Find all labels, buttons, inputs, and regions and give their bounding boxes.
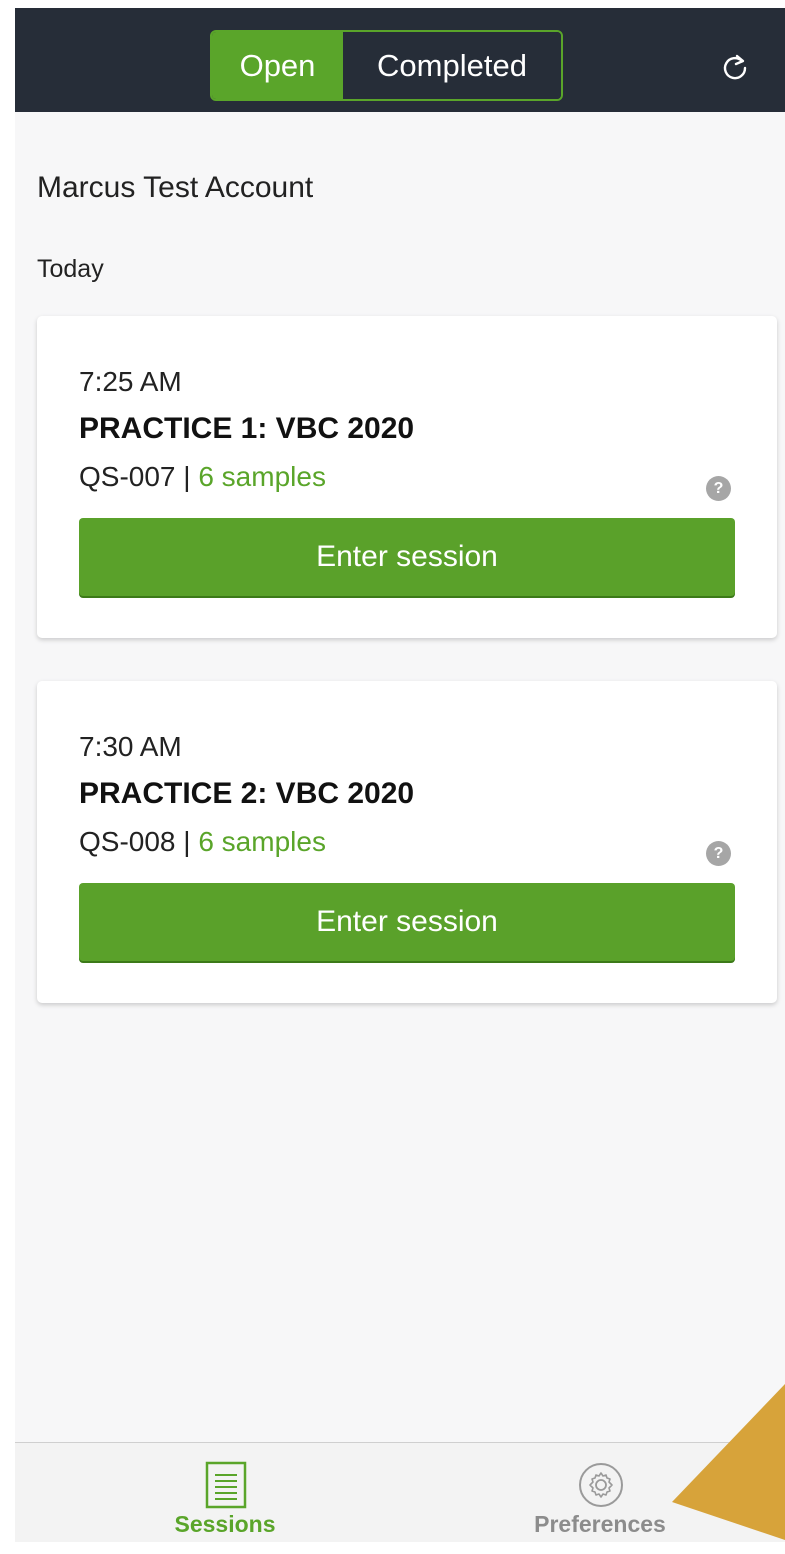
status-segmented-control: Open Completed	[210, 30, 563, 101]
samples-link[interactable]: 6 samples	[198, 826, 326, 857]
tab-bar: Sessions Preferences	[15, 1442, 785, 1542]
tab-sessions-label: Sessions	[174, 1511, 276, 1537]
session-title: PRACTICE 1: VBC 2020	[79, 412, 415, 445]
enter-session-button[interactable]: Enter session	[79, 518, 735, 596]
help-icon[interactable]: ?	[706, 841, 731, 866]
session-meta: QS-007 | 6 samples	[79, 461, 326, 493]
samples-link[interactable]: 6 samples	[198, 461, 326, 492]
gear-icon	[579, 1463, 623, 1507]
app-screen: Open Completed Marcus Test Account Today…	[15, 8, 785, 1542]
help-icon[interactable]: ?	[706, 476, 731, 501]
session-title: PRACTICE 2: VBC 2020	[79, 777, 415, 810]
session-code: QS-007 |	[79, 461, 199, 492]
segment-open[interactable]: Open	[212, 32, 343, 99]
session-meta: QS-008 | 6 samples	[79, 826, 326, 858]
tab-preferences[interactable]: Preferences	[480, 1443, 720, 1542]
refresh-icon[interactable]	[720, 52, 750, 82]
session-card: 7:30 AM PRACTICE 2: VBC 2020 QS-008 | 6 …	[37, 681, 777, 1003]
tab-preferences-label: Preferences	[534, 1511, 666, 1537]
session-code: QS-008 |	[79, 826, 199, 857]
session-time: 7:30 AM	[79, 731, 182, 762]
day-heading: Today	[37, 255, 104, 283]
top-bar: Open Completed	[15, 8, 785, 112]
enter-session-button[interactable]: Enter session	[79, 883, 735, 961]
session-time: 7:25 AM	[79, 366, 182, 397]
list-icon	[205, 1461, 247, 1509]
tab-sessions[interactable]: Sessions	[105, 1443, 345, 1542]
session-card: 7:25 AM PRACTICE 1: VBC 2020 QS-007 | 6 …	[37, 316, 777, 638]
segment-completed[interactable]: Completed	[343, 32, 561, 99]
account-name: Marcus Test Account	[37, 171, 314, 204]
